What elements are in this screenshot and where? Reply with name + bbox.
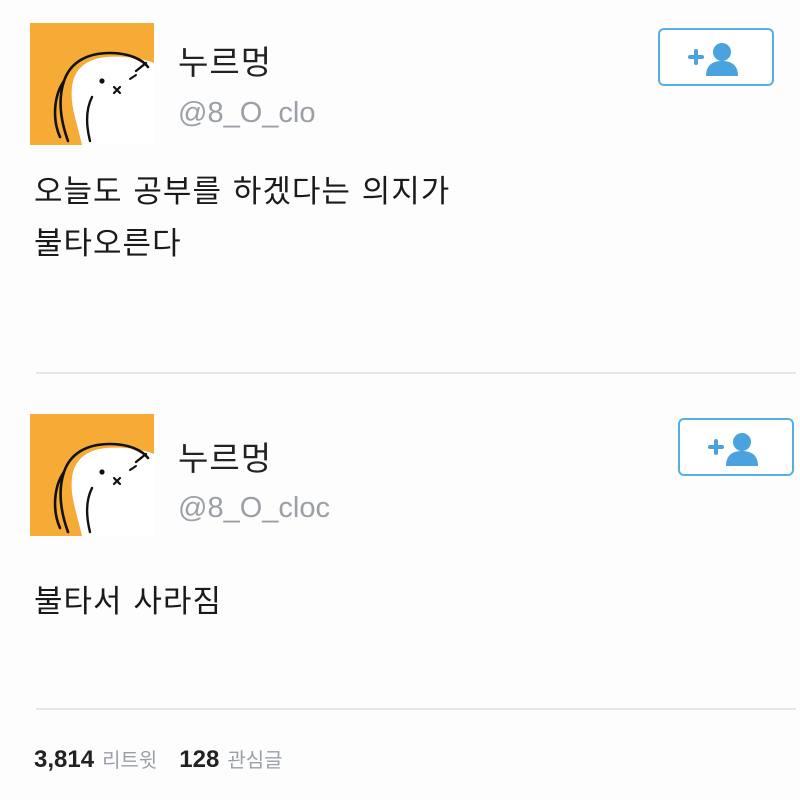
tweet-text-line: 불타서 사라짐 <box>34 584 222 620</box>
like-count[interactable]: 128 <box>179 746 219 773</box>
tweet-stats: 3,814 리트윗 128 관심글 <box>34 744 305 774</box>
avatar[interactable] <box>30 23 154 145</box>
follow-button[interactable] <box>658 28 774 86</box>
add-user-icon <box>688 43 738 76</box>
display-name[interactable]: 누르멍 <box>178 432 272 480</box>
dog-cartoon-icon <box>53 442 154 536</box>
add-user-icon <box>708 433 758 466</box>
tweet-thread: 누르멍 @8_O_clo 오늘도 공부를 하겠다는 의지가 불타오른다 누르멍 … <box>0 0 800 800</box>
tweet-card: 누르멍 @8_O_cloc 불타서 사라짐 <box>0 374 800 710</box>
tweet-text: 오늘도 공부를 하겠다는 의지가 불타오른다 <box>34 166 450 270</box>
follow-button[interactable] <box>678 418 794 476</box>
tweet-text-line: 불타오른다 <box>34 226 182 262</box>
tweet-text-line: 오늘도 공부를 하겠다는 의지가 <box>34 174 451 210</box>
display-name[interactable]: 누르멍 <box>178 36 272 84</box>
avatar[interactable] <box>30 414 154 536</box>
tweet-card: 누르멍 @8_O_clo 오늘도 공부를 하겠다는 의지가 불타오른다 <box>0 0 800 372</box>
like-label[interactable]: 관심글 <box>227 748 282 772</box>
divider <box>36 708 796 710</box>
dog-cartoon-icon <box>53 51 154 145</box>
tweet-text: 불타서 사라짐 <box>34 576 222 628</box>
retweet-count[interactable]: 3,814 <box>34 746 94 773</box>
user-handle[interactable]: @8_O_clo <box>178 97 315 130</box>
retweet-label[interactable]: 리트윗 <box>102 748 157 772</box>
user-handle[interactable]: @8_O_cloc <box>178 492 330 525</box>
